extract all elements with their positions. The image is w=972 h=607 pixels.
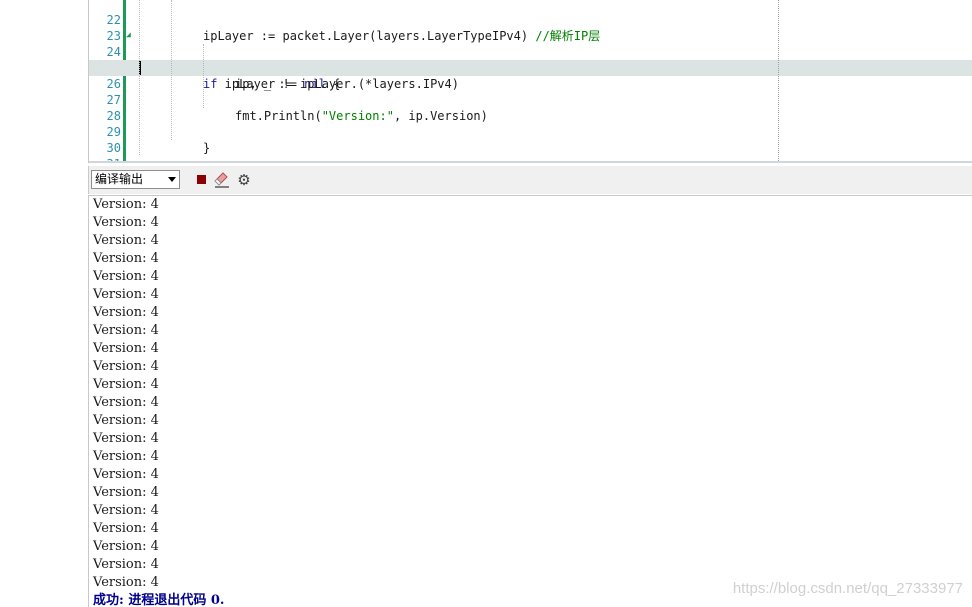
output-line: Version: 4: [93, 341, 159, 356]
output-panel[interactable]: Version: 4 Version: 4 Version: 4 Version: 4…: [88, 195, 972, 607]
page-margin: [0, 0, 88, 606]
output-line: Version: 4: [93, 323, 159, 338]
output-line: Version: 4: [93, 503, 159, 518]
watermark: https://blog.csdn.net/qq_27333977: [732, 580, 963, 597]
code-editor[interactable]: 22 ipLayer := packet.Layer(layers.LayerT…: [88, 0, 972, 163]
code-line[interactable]: 29 }: [89, 108, 972, 155]
code-line[interactable]: 24 ◢ if ipLayer != nil {: [89, 28, 972, 91]
output-line: Version: 4: [93, 467, 159, 482]
long-line-marker: [778, 0, 779, 163]
output-line: Version: 4: [93, 449, 159, 464]
chevron-down-icon[interactable]: [168, 177, 176, 182]
output-lines: Version: 4 Version: 4 Version: 4 Version: 4…: [93, 196, 224, 607]
fold-marker-icon[interactable]: ◢: [126, 30, 131, 40]
code-line[interactable]: 28: [89, 92, 972, 123]
output-toolbar: 编译输出 ⚙: [88, 166, 972, 194]
output-line: Version: 4: [93, 395, 159, 410]
output-line: Version: 4: [93, 377, 159, 392]
output-source-select[interactable]: 编译输出: [91, 170, 180, 189]
output-line: Version: 4: [93, 233, 159, 248]
output-line: Version: 4: [93, 197, 159, 212]
output-line: Version: 4: [93, 431, 159, 446]
output-line: Version: 4: [93, 539, 159, 554]
output-source-value: 编译输出: [95, 172, 144, 186]
code-line[interactable]: 31 }: [89, 140, 972, 163]
code-line[interactable]: 27 fmt.Println("Version:", ip.Version): [89, 76, 972, 123]
current-code-line[interactable]: 26: [89, 60, 972, 91]
code-line[interactable]: 30: [89, 124, 972, 155]
output-line: Version: 4: [93, 485, 159, 500]
clear-icon[interactable]: [213, 171, 231, 189]
indent-guide: [139, 0, 140, 155]
output-line: Version: 4: [93, 575, 159, 590]
indent-guide: [203, 44, 204, 108]
output-line: Version: 4: [93, 359, 159, 374]
output-line: Version: 4: [93, 269, 159, 284]
output-line: Version: 4: [93, 287, 159, 302]
code-line[interactable]: 22 ipLayer := packet.Layer(layers.LayerT…: [89, 0, 972, 43]
output-line: Version: 4: [93, 557, 159, 572]
output-line: Version: 4: [93, 521, 159, 536]
indent-guide: [171, 0, 172, 140]
exit-status-line: 成功: 进程退出代码 0.: [93, 593, 225, 607]
output-line: Version: 4: [93, 251, 159, 266]
editor-border: [89, 161, 972, 163]
gear-icon[interactable]: ⚙: [235, 171, 253, 189]
code-line[interactable]: 23: [89, 12, 972, 43]
output-line: Version: 4: [93, 305, 159, 320]
code-line[interactable]: 25 ip, _ := ipLayer.(*layers.IPv4): [89, 44, 972, 91]
stop-icon[interactable]: [193, 171, 211, 189]
output-line: Version: 4: [93, 413, 159, 428]
output-line: Version: 4: [93, 215, 159, 230]
